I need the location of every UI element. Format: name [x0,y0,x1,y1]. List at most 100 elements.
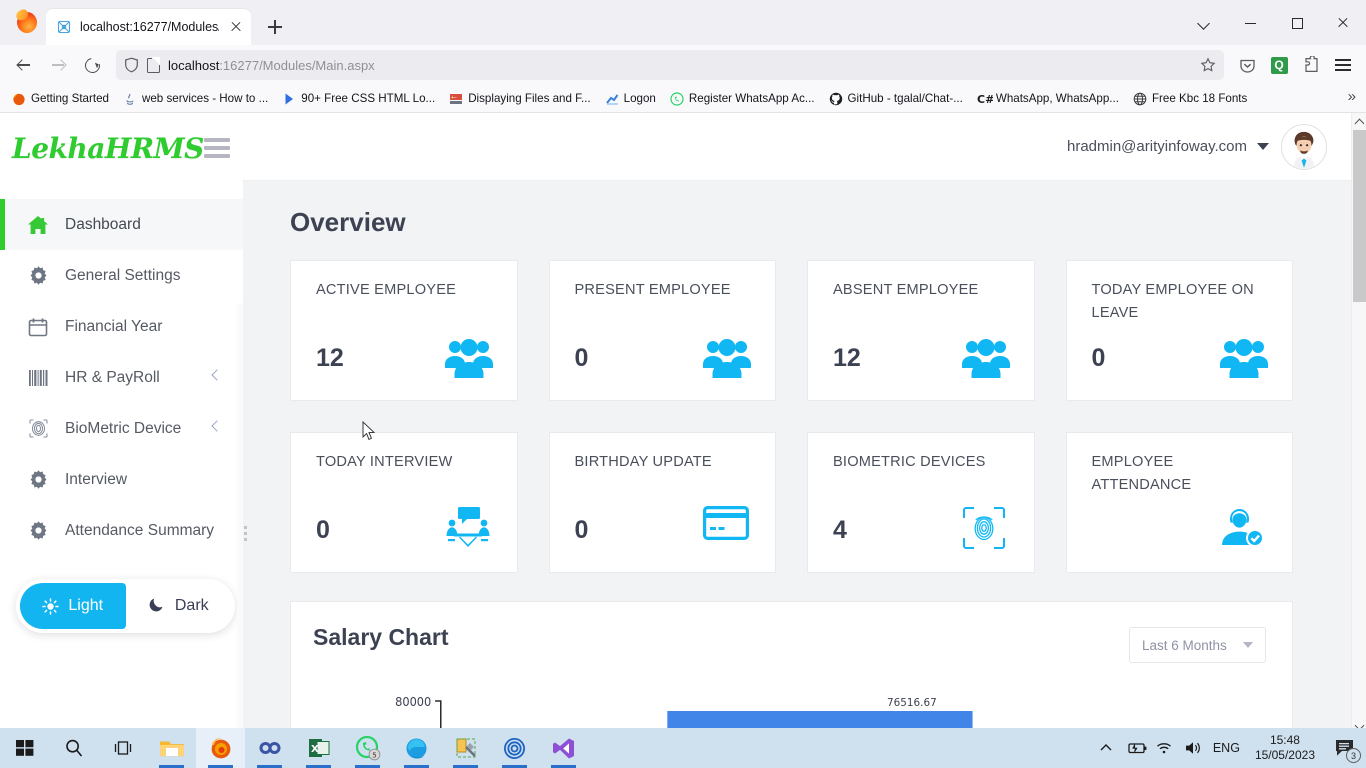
chevron-left-icon [211,369,223,381]
reload-button[interactable] [76,50,108,80]
bookmark-item[interactable]: Getting Started [6,89,115,109]
back-arrow-icon [16,57,32,73]
search-button[interactable] [49,728,98,768]
stat-card-label: EMPLOYEE ATTENDANCE [1091,454,1192,493]
taskbar-items: X 5 [0,728,588,768]
stat-card-value: 12 [833,344,861,372]
notifications-button[interactable]: 3 [1330,733,1361,763]
stat-card-present-employee[interactable]: PRESENT EMPLOYEE 0 [548,260,776,401]
stat-card-employee-attendance[interactable]: EMPLOYEE ATTENDANCE [1065,432,1293,573]
stat-card-label: TODAY INTERVIEW [316,454,453,470]
sidebar-item-general-settings[interactable]: General Settings [0,250,243,301]
bookmark-item[interactable]: Free Kbc 18 Fonts [1127,89,1253,109]
bookmark-item[interactable]: 90+ Free CSS HTML Lo... [276,89,441,109]
theme-dark-option[interactable]: Dark [126,583,232,629]
sidebar-item-label: HR & PayRoll [65,368,160,386]
svg-text:C#: C# [977,93,993,106]
stat-card-today-employee-on-leave[interactable]: TODAY EMPLOYEE ON LEAVE 0 [1065,260,1293,401]
forward-button[interactable] [42,50,74,80]
task-view-button[interactable] [98,728,147,768]
stat-card-absent-employee[interactable]: ABSENT EMPLOYEE 12 [807,260,1035,401]
bookmark-item[interactable]: C# WhatsApp, WhatsApp... [971,89,1125,109]
salary-chart-card: Salary Chart Last 6 Months 80000 76516.6… [290,601,1293,735]
sidebar-item-interview[interactable]: Interview [0,454,243,505]
azure-devops-button[interactable] [245,728,294,768]
bookmarks-overflow-button[interactable]: » [1344,88,1360,105]
sidebar-item-label: Financial Year [65,317,163,335]
firefox-menu-icon[interactable] [1328,50,1358,80]
svg-text:5: 5 [372,752,376,760]
theme-toggle[interactable]: Light Dark [16,579,235,633]
taskbar: X 5 ENG 15:48 15/05/2023 3 [0,728,1366,768]
page-scrollbar[interactable] [1351,113,1366,735]
gear-icon [27,265,49,287]
url-bar[interactable]: localhost:16277/Modules/Main.aspx [116,50,1224,80]
clock-date: 15/05/2023 [1254,748,1315,762]
bookmark-star-icon[interactable] [1200,57,1216,73]
dashboard-content: Overview ACTIVE EMPLOYEE 12 PRESENT EMPL… [243,181,1351,735]
chart-range-select[interactable]: Last 6 Months [1129,627,1266,663]
sidebar-item-hr-payroll[interactable]: HR & PayRoll [0,352,243,403]
stat-card-label: BIOMETRIC DEVICES [833,454,986,470]
whatsapp-button[interactable]: 5 [343,728,392,768]
sidebar-item-label: BioMetric Device [65,419,182,437]
scrollbar-thumb[interactable] [1353,130,1366,302]
visual-studio-button[interactable] [539,728,588,768]
bookmark-item[interactable]: Logon [599,89,662,109]
bookmark-item[interactable]: Register WhatsApp Ac... [664,89,821,109]
maximize-button[interactable] [1274,0,1320,45]
bookmark-item[interactable]: GitHub - tgalal/Chat-... [823,89,969,109]
firefox-button[interactable] [196,728,245,768]
theme-light-option[interactable]: Light [20,583,126,629]
wifi-icon[interactable] [1155,739,1173,757]
sidebar-nav: Dashboard General Settings Financial Yea… [0,199,243,556]
language-indicator[interactable]: ENG [1213,741,1240,755]
stat-card-today-interview[interactable]: TODAY INTERVIEW 0 [290,432,518,573]
avatar[interactable] [1281,123,1327,170]
browser-tab[interactable]: localhost:16277/Modules/Main. [46,9,251,45]
tab-close-icon[interactable] [227,18,245,36]
battery-charging-icon[interactable] [1126,739,1147,757]
app-logo[interactable]: LekhaHRMS [12,132,204,165]
start-button[interactable] [0,728,49,768]
interview-icon [445,506,493,552]
sql-tool-button[interactable] [441,728,490,768]
chevron-down-icon[interactable] [1257,143,1269,150]
users-group-icon [703,334,751,380]
close-window-button[interactable] [1320,0,1366,45]
back-button[interactable] [8,50,40,80]
extensions-icon[interactable] [1296,50,1326,80]
scroll-up-button[interactable] [1352,113,1366,130]
user-email-label: hradmin@arityinfoway.com [1066,138,1247,155]
edge-button[interactable] [392,728,441,768]
clock[interactable]: 15:48 15/05/2023 [1251,733,1319,763]
stat-card-birthday-update[interactable]: BIRTHDAY UPDATE 0 [548,432,776,573]
bookmark-item[interactable]: web services - How to ... [117,89,274,109]
target-app-button[interactable] [490,728,539,768]
sidebar: LekhaHRMS Dashboard General Settings Fin… [0,113,243,735]
sidebar-item-financial-year[interactable]: Financial Year [0,301,243,352]
firefox-icon [12,92,26,106]
stat-card-biometric-devices[interactable]: BIOMETRIC DEVICES 4 [807,432,1035,573]
sun-icon [42,597,60,615]
volume-icon[interactable] [1184,739,1202,757]
new-tab-button[interactable] [261,13,289,41]
bookmark-item[interactable]: +− Displaying Files and F... [443,89,596,109]
minimize-button[interactable] [1228,0,1274,45]
bookmarks-bar: Getting Started web services - How to ..… [0,85,1366,113]
quillbot-extension-icon[interactable]: Q [1264,50,1294,80]
file-explorer-button[interactable] [147,728,196,768]
sidebar-item-attendance-summary[interactable]: Attendance Summary [0,505,243,556]
globe-icon [1133,92,1147,106]
stat-card-active-employee[interactable]: ACTIVE EMPLOYEE 12 [290,260,518,401]
list-all-tabs-icon[interactable] [1192,10,1218,36]
stat-card-label: PRESENT EMPLOYEE [574,282,731,298]
sidebar-item-dashboard[interactable]: Dashboard [0,199,243,250]
sidebar-item-biometric-device[interactable]: BioMetric Device [0,403,243,454]
url-text: localhost:16277/Modules/Main.aspx [168,57,375,73]
pocket-icon[interactable] [1232,50,1262,80]
top-header: hradmin@arityinfoway.com [243,113,1351,181]
chevron-up-icon[interactable] [1097,739,1115,757]
excel-button[interactable]: X [294,728,343,768]
sidebar-toggle-icon[interactable] [203,138,230,158]
